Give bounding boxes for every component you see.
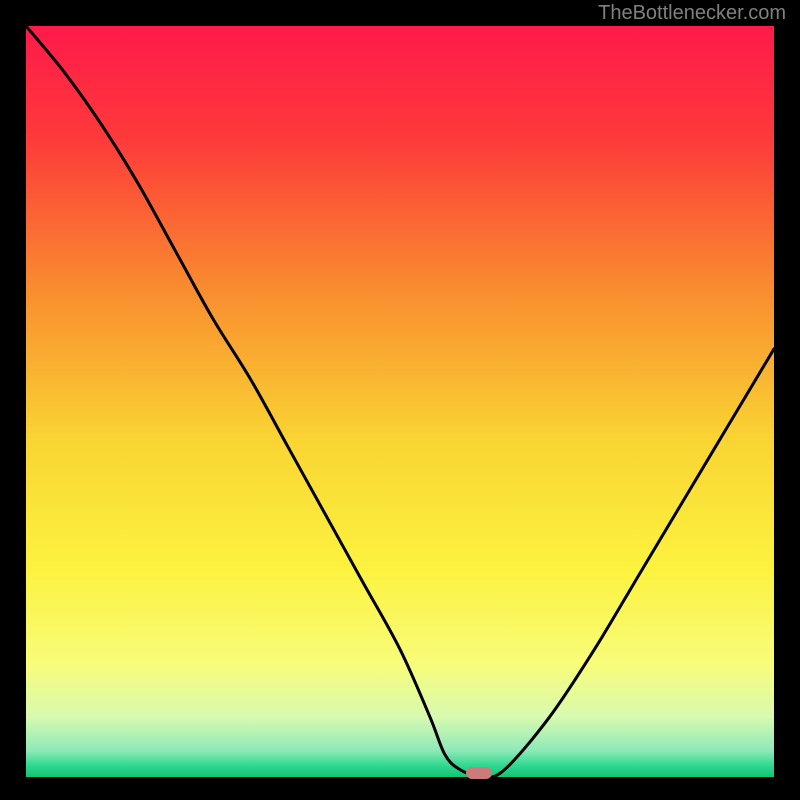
bottleneck-curve <box>26 26 774 777</box>
curve-layer <box>26 26 774 777</box>
plot-area <box>26 26 774 777</box>
chart-container: TheBottlenecker.com <box>0 0 800 800</box>
watermark-text: TheBottlenecker.com <box>598 2 786 25</box>
optimal-marker <box>466 767 492 779</box>
